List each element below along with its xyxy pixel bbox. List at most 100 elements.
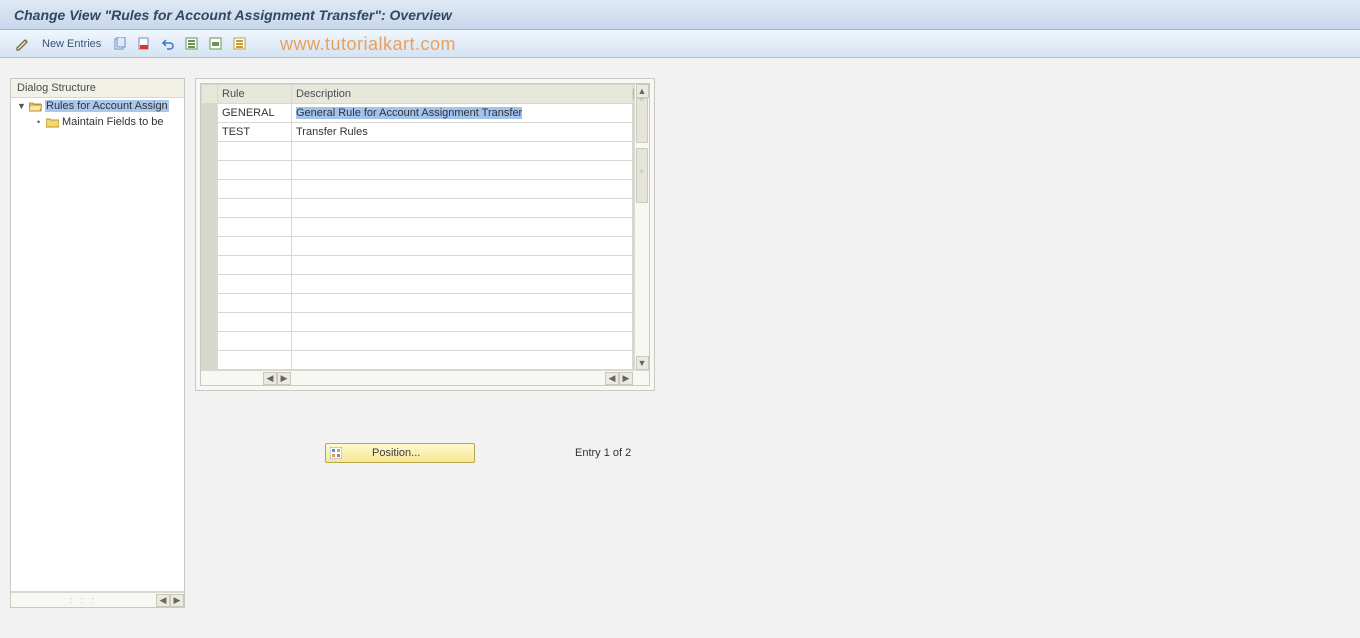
cell-rule[interactable] — [218, 351, 292, 370]
cell-description[interactable] — [292, 180, 633, 199]
table-row[interactable] — [202, 180, 649, 199]
dialog-structure-tree: ▼ Rules for Account Assign • Maintain Fi… — [11, 98, 184, 592]
new-entries-button[interactable]: New Entries — [38, 36, 105, 52]
table-row[interactable] — [202, 351, 649, 370]
row-selector[interactable] — [202, 142, 218, 161]
cell-rule[interactable]: TEST — [218, 123, 292, 142]
watermark-text: www.tutorialkart.com — [280, 34, 456, 55]
tree-drag-handle[interactable]: : : : — [11, 595, 156, 605]
cell-description[interactable] — [292, 313, 633, 332]
cell-description[interactable] — [292, 351, 633, 370]
table-corner-select[interactable] — [202, 85, 218, 104]
table-row[interactable] — [202, 294, 649, 313]
scroll-left-icon[interactable]: ◀ — [156, 594, 170, 607]
scroll-left-icon[interactable]: ◀ — [263, 372, 277, 385]
dialog-structure-header: Dialog Structure — [11, 79, 184, 98]
position-icon — [330, 447, 342, 459]
table-row[interactable] — [202, 218, 649, 237]
row-selector[interactable] — [202, 237, 218, 256]
scroll-right-icon[interactable]: ▶ — [619, 372, 633, 385]
table-container: Rule Description GENERAL General Rule fo… — [200, 83, 650, 386]
cell-rule[interactable] — [218, 142, 292, 161]
cell-rule[interactable] — [218, 294, 292, 313]
scroll-up-icon[interactable]: ▲ — [636, 84, 649, 98]
cell-description[interactable] — [292, 199, 633, 218]
row-selector[interactable] — [202, 332, 218, 351]
cell-description[interactable]: General Rule for Account Assignment Tran… — [292, 104, 633, 123]
delete-icon[interactable] — [135, 35, 153, 53]
cell-description[interactable] — [292, 332, 633, 351]
cell-description[interactable] — [292, 142, 633, 161]
scroll-track[interactable]: ≡ ≡ — [635, 98, 649, 356]
tree-node-label: Maintain Fields to be — [62, 116, 164, 128]
row-selector[interactable] — [202, 161, 218, 180]
tree-leaf-bullet: • — [37, 117, 43, 127]
table-horizontal-scrollbar[interactable]: ◀ ▶ ◀ ▶ — [201, 370, 649, 385]
select-all-icon[interactable] — [183, 35, 201, 53]
scroll-right-icon[interactable]: ▶ — [170, 594, 184, 607]
table-row[interactable] — [202, 313, 649, 332]
row-selector[interactable] — [202, 275, 218, 294]
table-row[interactable] — [202, 142, 649, 161]
cell-rule[interactable] — [218, 332, 292, 351]
cell-rule[interactable] — [218, 256, 292, 275]
cell-rule[interactable]: GENERAL — [218, 104, 292, 123]
copy-as-icon[interactable] — [111, 35, 129, 53]
row-selector[interactable] — [202, 199, 218, 218]
main-area: Dialog Structure ▼ Rules for Account Ass… — [0, 58, 1360, 638]
toolbar: New Entries www.tutorialkart.com — [0, 30, 1360, 58]
table-row[interactable] — [202, 256, 649, 275]
folder-icon — [46, 117, 59, 128]
table-vertical-scrollbar[interactable]: ▲ ≡ ≡ ▼ — [634, 84, 649, 370]
row-selector[interactable] — [202, 256, 218, 275]
table-row[interactable]: TEST Transfer Rules — [202, 123, 649, 142]
scroll-right-icon[interactable]: ▶ — [277, 372, 291, 385]
toggle-display-change-icon[interactable] — [14, 35, 32, 53]
deselect-all-icon[interactable] — [231, 35, 249, 53]
table-row[interactable] — [202, 237, 649, 256]
tree-node-maintain-fields[interactable]: • Maintain Fields to be — [11, 114, 184, 130]
folder-open-icon — [29, 101, 42, 112]
cell-rule[interactable] — [218, 180, 292, 199]
select-block-icon[interactable] — [207, 35, 225, 53]
rules-table: Rule Description GENERAL General Rule fo… — [201, 84, 649, 370]
row-selector[interactable] — [202, 218, 218, 237]
position-button-label: Position... — [372, 447, 420, 459]
scroll-thumb-secondary[interactable]: ≡ — [636, 148, 648, 203]
tree-node-rules[interactable]: ▼ Rules for Account Assign — [11, 98, 184, 114]
cell-description[interactable] — [292, 294, 633, 313]
cell-rule[interactable] — [218, 218, 292, 237]
entry-count-text: Entry 1 of 2 — [575, 447, 631, 459]
row-selector[interactable] — [202, 313, 218, 332]
row-selector[interactable] — [202, 294, 218, 313]
cell-rule[interactable] — [218, 275, 292, 294]
table-row[interactable] — [202, 199, 649, 218]
scroll-thumb[interactable]: ≡ — [636, 98, 648, 143]
position-button[interactable]: Position... — [325, 443, 475, 463]
col-header-description[interactable]: Description — [292, 85, 633, 104]
row-selector[interactable] — [202, 104, 218, 123]
table-row[interactable] — [202, 332, 649, 351]
table-row[interactable] — [202, 161, 649, 180]
cell-description[interactable] — [292, 275, 633, 294]
position-row: Position... Entry 1 of 2 — [325, 443, 631, 463]
cell-description[interactable] — [292, 161, 633, 180]
scroll-down-icon[interactable]: ▼ — [636, 356, 649, 370]
row-selector[interactable] — [202, 180, 218, 199]
cell-rule[interactable] — [218, 313, 292, 332]
cell-rule[interactable] — [218, 237, 292, 256]
scroll-left-icon[interactable]: ◀ — [605, 372, 619, 385]
cell-description[interactable]: Transfer Rules — [292, 123, 633, 142]
tree-collapse-icon[interactable]: ▼ — [17, 102, 26, 111]
cell-description[interactable] — [292, 218, 633, 237]
table-row[interactable] — [202, 275, 649, 294]
row-selector[interactable] — [202, 351, 218, 370]
cell-rule[interactable] — [218, 199, 292, 218]
col-header-rule[interactable]: Rule — [218, 85, 292, 104]
cell-rule[interactable] — [218, 161, 292, 180]
undo-change-icon[interactable] — [159, 35, 177, 53]
cell-description[interactable] — [292, 256, 633, 275]
cell-description[interactable] — [292, 237, 633, 256]
row-selector[interactable] — [202, 123, 218, 142]
table-row[interactable]: GENERAL General Rule for Account Assignm… — [202, 104, 649, 123]
